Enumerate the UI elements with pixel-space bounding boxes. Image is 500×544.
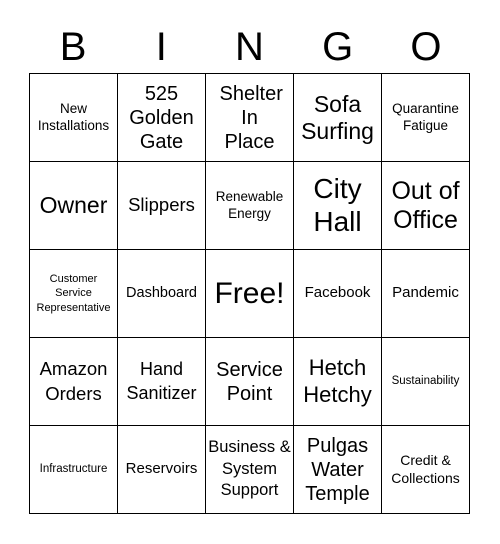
bingo-cell[interactable]: New Installations	[30, 74, 118, 162]
bingo-cell[interactable]: Pandemic	[382, 250, 470, 338]
bingo-cell[interactable]: Facebook	[294, 250, 382, 338]
cell-label: Quarantine Fatigue	[392, 100, 459, 133]
cell-label: Sustainability	[391, 375, 460, 388]
cell-label: Slippers	[128, 194, 195, 216]
cell-label: Service Point	[216, 358, 283, 405]
header-letter-o: O	[410, 24, 442, 69]
bingo-cell[interactable]: Hand Sanitizer	[118, 338, 206, 426]
bingo-cell[interactable]: Shelter In Place	[206, 74, 294, 162]
bingo-cell[interactable]: Sustainability	[382, 338, 470, 426]
bingo-cell[interactable]: Reservoirs	[118, 426, 206, 514]
cell-label: 525 Golden Gate	[129, 82, 194, 153]
free-space[interactable]: Free!	[206, 250, 294, 338]
cell-label: Owner	[39, 192, 108, 219]
cell-label: Sofa Surfing	[301, 91, 374, 144]
cell-label: Pulgas Water Temple	[305, 434, 370, 505]
cell-label: City Hall	[313, 173, 362, 237]
cell-label: Amazon Orders	[39, 358, 108, 404]
bingo-board: New Installations 525 Golden Gate Shelte…	[29, 73, 470, 514]
bingo-cell[interactable]: Out of Office	[382, 162, 470, 250]
header-letter-b: B	[59, 24, 87, 69]
cell-label: Free!	[214, 276, 285, 310]
bingo-cell[interactable]: Customer Service Representative	[30, 250, 118, 338]
bingo-header: B I N G O	[29, 18, 470, 73]
bingo-cell[interactable]: Amazon Orders	[30, 338, 118, 426]
cell-label: Business & System Support	[208, 438, 291, 500]
bingo-cell[interactable]: Owner	[30, 162, 118, 250]
bingo-cell[interactable]: Hetch Hetchy	[294, 338, 382, 426]
header-letter-i: I	[155, 24, 167, 69]
cell-label: Facebook	[304, 284, 371, 302]
cell-label: Hand Sanitizer	[126, 359, 197, 403]
cell-label: Infrastructure	[39, 463, 108, 476]
bingo-cell[interactable]: 525 Golden Gate	[118, 74, 206, 162]
bingo-cell[interactable]: Credit & Collections	[382, 426, 470, 514]
bingo-cell[interactable]: Infrastructure	[30, 426, 118, 514]
bingo-cell[interactable]: City Hall	[294, 162, 382, 250]
bingo-cell[interactable]: Business & System Support	[206, 426, 294, 514]
bingo-cell[interactable]: Slippers	[118, 162, 206, 250]
cell-label: Renewable Energy	[215, 188, 284, 221]
cell-label: Shelter In Place	[219, 82, 283, 153]
cell-label: Pandemic	[392, 284, 459, 302]
bingo-cell[interactable]: Pulgas Water Temple	[294, 426, 382, 514]
bingo-cell[interactable]: Service Point	[206, 338, 294, 426]
header-letter-n: N	[235, 24, 264, 69]
cell-label: New Installations	[37, 100, 110, 133]
cell-label: Customer Service Representative	[36, 273, 111, 314]
cell-label: Hetch Hetchy	[303, 355, 372, 407]
cell-label: Credit & Collections	[391, 452, 460, 486]
bingo-cell[interactable]: Dashboard	[118, 250, 206, 338]
cell-label: Out of Office	[391, 176, 460, 234]
cell-label: Dashboard	[126, 285, 197, 302]
bingo-cell[interactable]: Sofa Surfing	[294, 74, 382, 162]
cell-label: Reservoirs	[125, 460, 198, 478]
header-letter-g: G	[322, 24, 354, 69]
bingo-cell[interactable]: Renewable Energy	[206, 162, 294, 250]
bingo-cell[interactable]: Quarantine Fatigue	[382, 74, 470, 162]
